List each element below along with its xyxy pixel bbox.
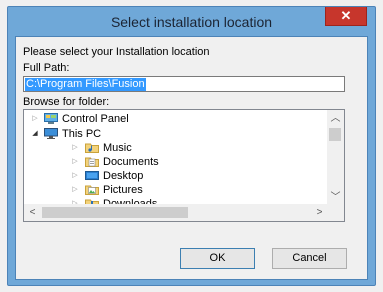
- tree-item-label: This PC: [62, 128, 102, 140]
- tree-item-control-panel[interactable]: ▷ Control Panel: [24, 112, 324, 126]
- tree-item-label: Documents: [103, 156, 159, 168]
- computer-icon: [44, 128, 58, 139]
- control-panel-icon: [44, 113, 58, 124]
- desktop-folder-icon: [85, 171, 99, 180]
- dialog-title: Select installation location: [110, 14, 273, 30]
- tree-item-label: Desktop: [103, 170, 144, 182]
- tree-item-this-pc[interactable]: ◢ This PC: [24, 127, 324, 141]
- pictures-folder-icon: [85, 185, 99, 195]
- horizontal-scroll-thumb[interactable]: [42, 207, 188, 218]
- full-path-value: C:\Program Files\Fusion: [25, 78, 146, 91]
- expand-arrow-icon[interactable]: ▷: [71, 183, 79, 197]
- horizontal-scrollbar[interactable]: < >: [24, 204, 328, 221]
- instruction-text: Please select your Installation location: [23, 46, 210, 58]
- expand-arrow-icon[interactable]: ▷: [71, 141, 79, 155]
- tree-item-label: Control Panel: [62, 113, 129, 125]
- scrollbar-corner: [327, 204, 344, 221]
- vertical-scroll-thumb[interactable]: [329, 128, 341, 141]
- expand-arrow-icon[interactable]: ▷: [31, 112, 39, 126]
- vertical-scrollbar[interactable]: ︿ ﹀: [327, 110, 344, 206]
- documents-folder-icon: [85, 157, 99, 167]
- tree-item-pictures[interactable]: ▷ Pictures: [24, 183, 324, 197]
- full-path-label: Full Path:: [23, 62, 70, 74]
- music-folder-icon: [85, 143, 99, 153]
- close-button[interactable]: ✕: [325, 7, 367, 26]
- cancel-button[interactable]: Cancel: [272, 248, 347, 269]
- scroll-right-icon[interactable]: >: [311, 204, 328, 221]
- tree-item-desktop[interactable]: ▷ Desktop: [24, 169, 324, 183]
- folder-tree[interactable]: ▷ Control Panel ◢ This PC ▷ Music ▷ Docu…: [23, 109, 345, 222]
- ok-button[interactable]: OK: [180, 248, 255, 269]
- tree-item-label: Music: [103, 142, 132, 154]
- tree-item-documents[interactable]: ▷ Documents: [24, 155, 324, 169]
- scroll-left-icon[interactable]: <: [24, 204, 41, 221]
- expand-arrow-icon[interactable]: ▷: [71, 169, 79, 183]
- tree-item-music[interactable]: ▷ Music: [24, 141, 324, 155]
- collapse-arrow-icon[interactable]: ◢: [31, 127, 39, 141]
- full-path-input[interactable]: C:\Program Files\Fusion: [23, 76, 345, 92]
- title-bar[interactable]: Select installation location ✕: [8, 7, 375, 35]
- scroll-up-icon[interactable]: ︿: [327, 110, 344, 127]
- tree-item-label: Pictures: [103, 184, 143, 196]
- expand-arrow-icon[interactable]: ▷: [71, 155, 79, 169]
- browse-label: Browse for folder:: [23, 96, 110, 108]
